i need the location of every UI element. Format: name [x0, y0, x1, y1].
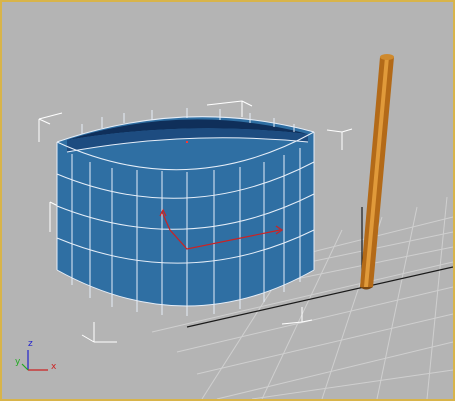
axis-label-z: z: [28, 339, 33, 349]
cylinder-object[interactable]: [56, 108, 315, 316]
axis-label-y: y: [15, 357, 21, 367]
axis-tripod: z x y: [14, 340, 64, 376]
pole-object[interactable]: [360, 54, 394, 290]
axis-label-x: x: [51, 362, 57, 372]
perspective-viewport[interactable]: z x y: [0, 0, 455, 401]
scene-canvas[interactable]: [2, 2, 453, 399]
axis-tripod-lines: [21, 350, 48, 371]
